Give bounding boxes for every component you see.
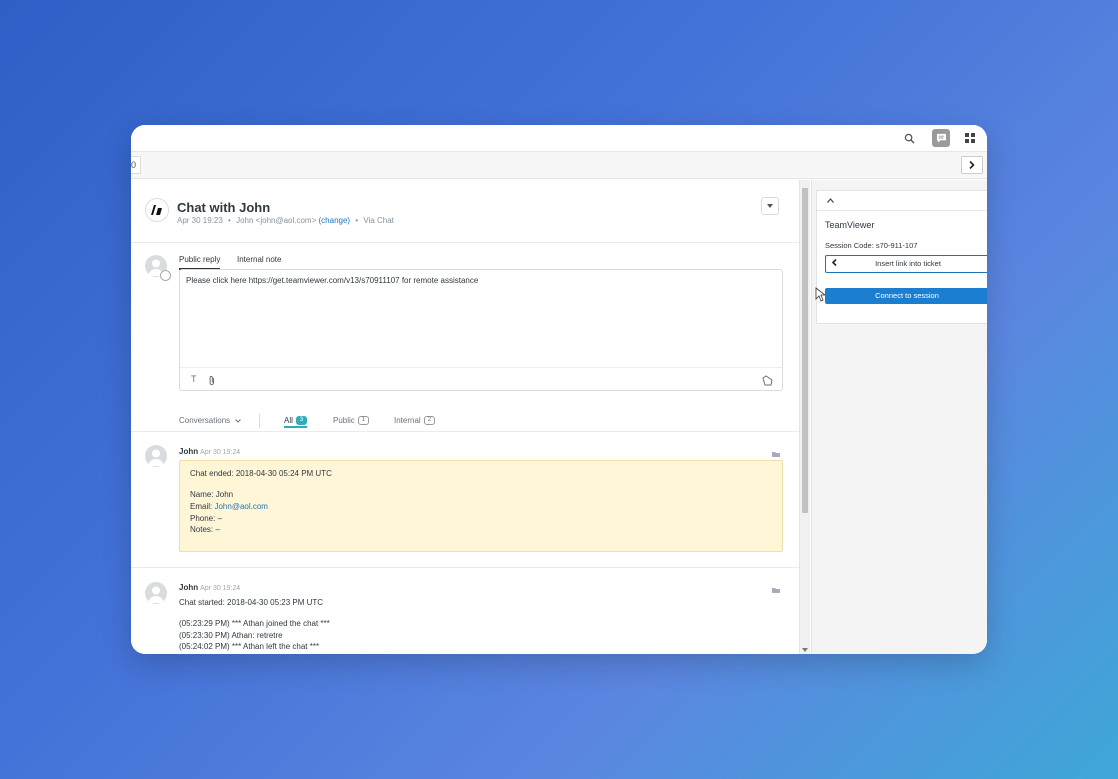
tab-public-reply[interactable]: Public reply (179, 255, 221, 270)
insert-link-button[interactable]: Insert link into ticket (825, 255, 987, 273)
ticket-meta: Apr 30 19:23 • John <john@aol.com> (chan… (177, 216, 394, 225)
agent-status-icon (160, 270, 171, 281)
next-tab-button[interactable] (961, 156, 983, 174)
attachment-icon[interactable] (208, 373, 216, 391)
message-author: John Apr 30 19:24 (179, 583, 240, 592)
chat-log-line: (05:23:30 PM) Athan: retretre (179, 631, 283, 640)
mouse-cursor-icon (815, 287, 827, 307)
insert-link-label: Insert link into ticket (875, 259, 941, 268)
ticket-tab[interactable]: 0 (131, 156, 141, 174)
conversations-label: Conversations (179, 416, 231, 425)
ticket-date: Apr 30 19:23 (177, 216, 223, 225)
chat-ended-text: Chat ended: 2018-04-30 05:24 PM UTC (190, 469, 332, 478)
chat-log-line: (05:23:29 PM) *** Athan joined the chat … (179, 619, 330, 628)
ticket-main: Chat with John Apr 30 19:23 • John <john… (131, 180, 799, 654)
apps-grid-icon[interactable] (961, 129, 979, 147)
author-name: John (179, 447, 199, 456)
reply-editor[interactable]: Please click here https://get.teamviewer… (179, 269, 783, 391)
filter-all-count: 3 (295, 416, 308, 426)
requester-avatar (145, 445, 167, 467)
conversations-dropdown[interactable]: Conversations (179, 416, 242, 425)
chat-log-line: (05:24:02 PM) *** Athan left the chat **… (179, 642, 320, 651)
chevron-right-icon (969, 161, 975, 169)
collapse-icon[interactable] (827, 195, 834, 205)
app-window: 0 Chat with John Apr 30 19:23 • John <jo… (131, 125, 987, 654)
chevron-down-icon (235, 419, 242, 423)
editor-toolbar: T (180, 367, 782, 390)
channel: Via Chat (363, 216, 394, 225)
caret-down-icon (767, 204, 773, 208)
filter-all[interactable]: All 3 (284, 416, 308, 429)
chevron-left-icon (831, 256, 837, 272)
filter-public-label: Public (333, 416, 355, 425)
brand-logo (145, 198, 169, 222)
change-requester-link[interactable]: (change) (319, 216, 351, 225)
author-name: John (179, 583, 199, 592)
chat-summary-note: Chat ended: 2018-04-30 05:24 PM UTC Name… (179, 460, 783, 552)
filter-internal-count: 2 (423, 416, 436, 426)
page-title: Chat with John (177, 200, 271, 215)
ticket-options-button[interactable] (761, 197, 779, 215)
phone-line: Phone: – (190, 514, 223, 523)
user-icon (148, 449, 164, 466)
chat-icon[interactable] (932, 129, 950, 147)
filter-internal-label: Internal (394, 416, 421, 425)
tab-internal-note[interactable]: Internal note (237, 255, 281, 268)
teamviewer-app: TeamViewer Session Code: s70-911-107 Ins… (816, 190, 987, 324)
session-code: Session Code: s70-911-107 (825, 241, 918, 250)
text-format-icon[interactable]: T (191, 374, 197, 384)
email-label: Email: (190, 502, 213, 511)
macro-icon[interactable] (762, 373, 774, 391)
filter-all-label: All (284, 416, 293, 425)
filter-internal[interactable]: Internal 2 (394, 416, 436, 426)
chat-started-text: Chat started: 2018-04-30 05:23 PM UTC (179, 598, 324, 607)
scroll-down-icon (802, 648, 808, 652)
filter-public[interactable]: Public 1 (333, 416, 370, 426)
top-toolbar (131, 125, 987, 152)
message-time: Apr 30 19:24 (200, 449, 241, 456)
user-icon (148, 586, 164, 603)
conversation-filters: Conversations All 3 Public 1 Internal 2 (179, 414, 781, 430)
apps-sidebar: TeamViewer Session Code: s70-911-107 Ins… (811, 180, 987, 654)
divider (131, 242, 799, 243)
notes-line: Notes: – (190, 525, 220, 534)
message-time: Apr 30 19:24 (200, 585, 241, 592)
app-title: TeamViewer (825, 220, 875, 230)
message-author: John Apr 30 19:24 (179, 447, 240, 456)
message-source-icon (771, 581, 781, 599)
search-icon[interactable] (900, 129, 918, 147)
scrollbar-thumb[interactable] (802, 188, 808, 513)
requester-avatar (145, 582, 167, 604)
main-scrollbar[interactable] (799, 180, 810, 654)
filter-public-count: 1 (357, 416, 370, 426)
email-link[interactable]: John@aol.com (214, 502, 267, 511)
email-line: Email: John@aol.com (190, 502, 268, 511)
reply-text[interactable]: Please click here https://get.teamviewer… (186, 276, 478, 285)
requester: John <john@aol.com> (236, 216, 317, 225)
name-line: Name: John (190, 490, 234, 499)
divider (131, 567, 799, 568)
connect-session-button[interactable]: Connect to session (825, 288, 987, 304)
divider (817, 210, 987, 211)
ticket-tab-bar: 0 (131, 152, 987, 179)
divider (131, 431, 799, 432)
filter-divider (259, 414, 260, 428)
